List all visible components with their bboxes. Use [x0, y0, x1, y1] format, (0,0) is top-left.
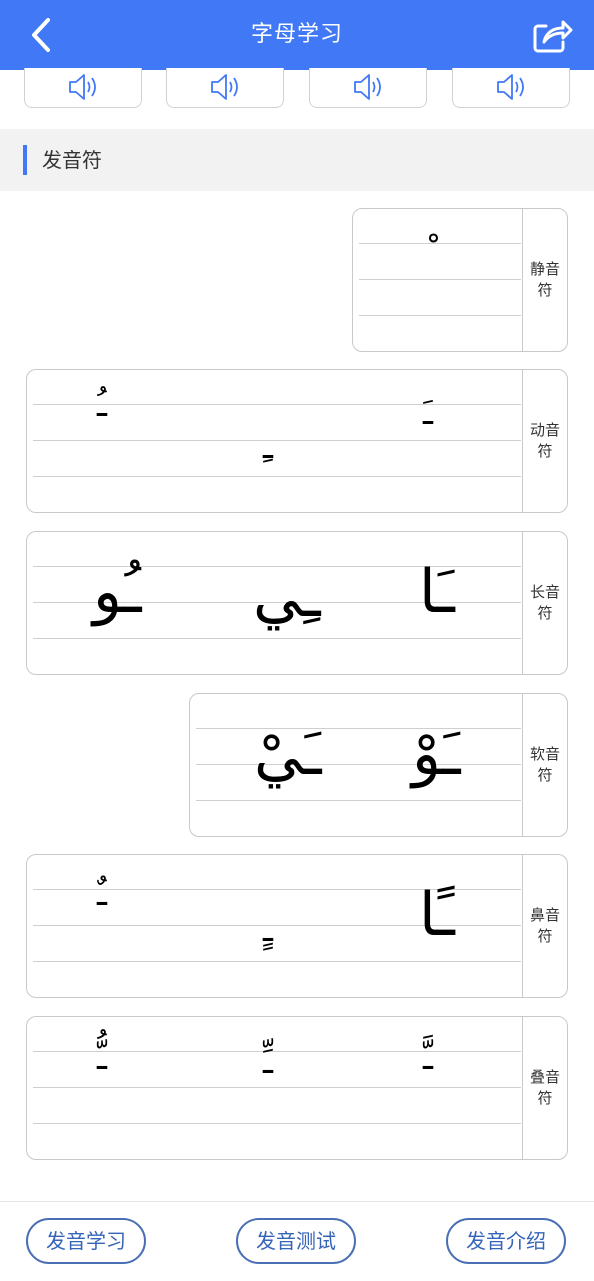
pronunciation-intro-button[interactable]: 发音介绍	[446, 1218, 566, 1264]
page-title: 字母学习	[250, 22, 343, 47]
arabic-glyph: ـِ	[263, 427, 273, 467]
arabic-glyph: ـًا	[419, 880, 455, 950]
app-header: 字母学习	[0, 0, 594, 70]
section-header: 发音符	[0, 129, 594, 191]
card-label: 软音符	[529, 745, 560, 784]
diacritic-card-shadda[interactable]: ـَّ ـِّ ـُّ 叠音符	[26, 1016, 568, 1160]
diacritic-card-sukun[interactable]: ْ 静音符	[352, 208, 568, 352]
play-sound-button-4[interactable]	[452, 68, 570, 108]
play-sound-button-1[interactable]	[24, 68, 142, 108]
arabic-glyph: ـُّ	[97, 1038, 107, 1078]
share-icon	[533, 20, 573, 53]
arabic-glyph: ـَّ	[423, 1038, 433, 1078]
arabic-glyph: ـِّ	[263, 1042, 273, 1082]
section-title: 发音符	[42, 148, 102, 172]
diacritic-card-short-vowels[interactable]: ـَ ـِ ـُ 动音符	[26, 369, 568, 513]
writing-lines	[196, 694, 521, 836]
arabic-glyph: ـُ	[97, 385, 107, 425]
arabic-glyph: ـَ	[423, 393, 433, 433]
diacritic-card-tanween[interactable]: ـًا ـٍ ـٌ 鼻音符	[26, 854, 568, 998]
play-sound-button-3[interactable]	[309, 68, 427, 108]
diacritic-card-long-vowels[interactable]: ـَا ـِي ـُو 长音符	[26, 531, 568, 675]
play-sound-button-2[interactable]	[166, 68, 284, 108]
speaker-icon	[497, 74, 524, 100]
arabic-glyph: ـَا	[419, 557, 455, 627]
arabic-glyph: ـٍ	[263, 910, 273, 950]
arabic-glyph: ـَوْ	[412, 719, 461, 789]
card-label: 静音符	[529, 260, 560, 299]
speaker-icon	[69, 74, 96, 100]
speaker-icon	[354, 74, 381, 100]
sound-button-row	[0, 68, 594, 112]
writing-lines	[359, 209, 521, 351]
arabic-glyph: ـِي	[253, 561, 321, 631]
card-label: 鼻音符	[529, 906, 560, 945]
card-label: 长音符	[529, 583, 560, 622]
speaker-icon	[211, 74, 238, 100]
arabic-glyph: ـُو	[93, 557, 142, 627]
arabic-glyph: ـٌ	[97, 874, 107, 914]
arabic-glyph: ـَيْ	[254, 719, 322, 789]
pronunciation-test-button[interactable]: 发音测试	[236, 1218, 356, 1264]
card-label: 叠音符	[529, 1068, 560, 1107]
share-button[interactable]	[530, 14, 574, 56]
card-label: 动音符	[529, 421, 560, 460]
pronunciation-study-button[interactable]: 发音学习	[26, 1218, 146, 1264]
diacritic-card-diphthongs[interactable]: ـَوْ ـَيْ 软音符	[189, 693, 568, 837]
bottom-action-bar: 发音学习 发音测试 发音介绍	[0, 1201, 594, 1281]
section-accent	[23, 145, 27, 175]
